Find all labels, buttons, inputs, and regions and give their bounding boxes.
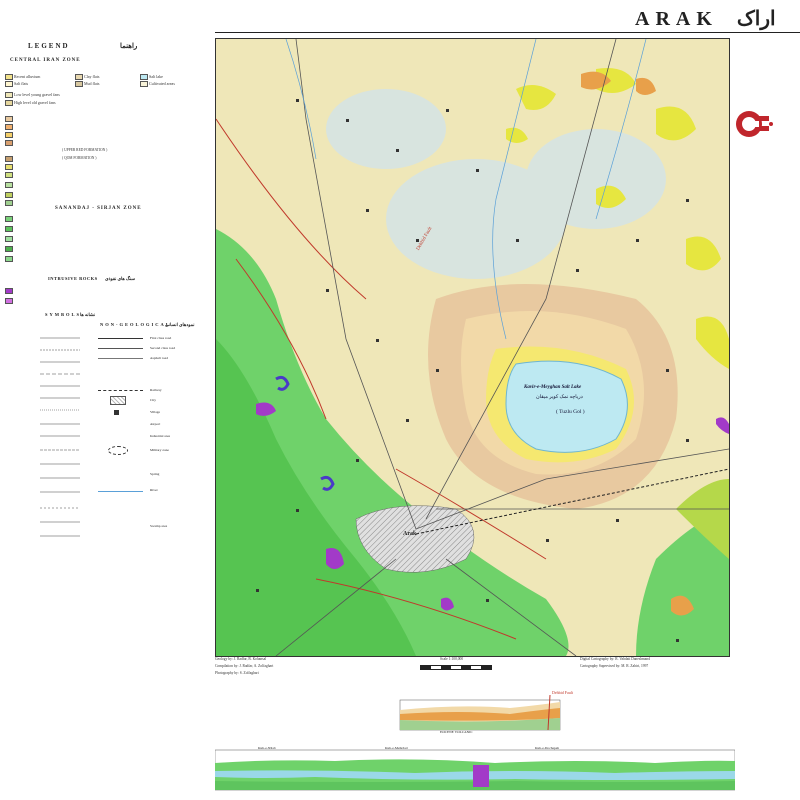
symbol-row: Swamp area bbox=[150, 524, 168, 528]
symbol-row: Spring bbox=[150, 472, 160, 476]
road-symbol bbox=[98, 358, 143, 359]
cross-section-label-a: Kuh-e-Nilab bbox=[258, 746, 276, 750]
symbol-row: First class road bbox=[150, 336, 172, 340]
village-symbol bbox=[114, 410, 119, 415]
geological-map[interactable]: Kavir-e-Meyghan Salt Lake دریاچه نمک کوی… bbox=[215, 38, 730, 657]
military-symbol bbox=[108, 446, 128, 455]
gravel-low-swatch bbox=[5, 92, 13, 98]
symbol-row: Village bbox=[150, 410, 161, 414]
credit-cartography: Digital Cartography by: R. Vahdati Danes… bbox=[580, 657, 650, 661]
city-symbol bbox=[110, 396, 126, 405]
cross-section-upper bbox=[399, 694, 561, 731]
unit-swatch bbox=[5, 164, 13, 170]
legend-item-6: Low level young gravel fans bbox=[14, 92, 60, 97]
lake-label: Kavir-e-Meyghan Salt Lake bbox=[524, 385, 582, 390]
geo-symbols-column bbox=[40, 337, 80, 537]
unit-swatch bbox=[5, 192, 13, 198]
symbols-heading-fa: نشانه ها bbox=[80, 312, 96, 317]
unit-swatch bbox=[5, 216, 13, 222]
legend-item-9: ( QOM FORMATION ) bbox=[62, 156, 97, 160]
credit-photography: Photography by: S. Zolfaghari bbox=[215, 671, 259, 675]
credit-supervision: Cartography Supervised by: M. R. Zahiri,… bbox=[580, 664, 649, 668]
gravel-high-swatch bbox=[5, 100, 13, 106]
map-title-latin: ARAK bbox=[635, 8, 718, 30]
lake-sub-label: ( Tuzlu Gol ) bbox=[556, 409, 585, 415]
legend-item-4: Salt lake bbox=[149, 74, 163, 79]
non-geological-heading-fa: نمودهای انسانی bbox=[165, 322, 195, 327]
cross-section-label-b: Kuh-e-Mehrdad bbox=[385, 746, 408, 750]
symbol-row: Railway bbox=[150, 388, 162, 392]
unit-swatch bbox=[5, 182, 13, 188]
legend-heading-fa: راهنما bbox=[120, 42, 138, 50]
legend-item-1: Salt flats bbox=[14, 81, 29, 86]
river-symbol bbox=[98, 491, 143, 492]
salt-flat-swatch bbox=[5, 81, 13, 87]
legend-item-0: Recent alluvium bbox=[14, 74, 41, 79]
map-canvas bbox=[216, 39, 729, 656]
legend-item-5: Cultivated areas bbox=[149, 81, 175, 86]
unit-swatch bbox=[5, 246, 13, 252]
legend-item-3: Mud flats bbox=[84, 81, 100, 86]
unit-swatch bbox=[5, 124, 13, 130]
map-title: ARAK اراک bbox=[635, 6, 776, 31]
alluvium-swatch bbox=[5, 74, 13, 80]
legend-heading: LEGEND bbox=[28, 42, 70, 50]
symbol-row: Military zone bbox=[150, 448, 169, 452]
cultivated-swatch bbox=[140, 81, 148, 87]
lake-label-fa: دریاچه نمک کویر میقان bbox=[536, 395, 583, 400]
symbol-row: Second class road bbox=[150, 346, 176, 350]
road-symbol bbox=[98, 338, 143, 339]
unit-swatch bbox=[5, 236, 13, 242]
cross-section-label-c: Kuh-e-Dochapeh bbox=[535, 746, 560, 750]
non-geological-heading: NON-GEOLOGICAL bbox=[100, 322, 171, 327]
road-symbol bbox=[98, 348, 143, 349]
cross-section-fault-label: Dehbid Fault bbox=[552, 690, 573, 695]
legend-panel: LEGEND راهنما CENTRAL IRAN ZONE Recent a… bbox=[0, 36, 210, 676]
mud-flat-swatch bbox=[75, 81, 83, 87]
unit-swatch bbox=[5, 200, 13, 206]
intrusive-swatch bbox=[5, 288, 13, 294]
legend-item-8: ( UPPER RED FORMATION ) bbox=[62, 148, 108, 152]
unit-swatch bbox=[5, 156, 13, 162]
unit-swatch bbox=[5, 226, 13, 232]
map-title-persian: اراک bbox=[736, 8, 776, 30]
city-label: Arak bbox=[403, 531, 417, 537]
unit-swatch bbox=[5, 116, 13, 122]
central-zone-heading: CENTRAL IRAN ZONE bbox=[10, 58, 81, 63]
salt-lake-swatch bbox=[140, 74, 148, 80]
symbol-row: Industrial area bbox=[150, 434, 171, 438]
cross-section-lower bbox=[215, 749, 735, 791]
symbol-row: Airport bbox=[150, 422, 161, 426]
clay-flat-swatch bbox=[75, 74, 83, 80]
credit-geology: Geology by: J. Radfar, B. Kohansal bbox=[215, 657, 267, 661]
symbol-row: River bbox=[150, 488, 158, 492]
symbol-row: City bbox=[150, 398, 157, 402]
scale-label: Scale 1:100,000 bbox=[440, 657, 464, 661]
title-bar: ARAK اراک bbox=[215, 4, 800, 30]
unit-swatch bbox=[5, 132, 13, 138]
unit-swatch bbox=[5, 140, 13, 146]
unit-swatch bbox=[5, 172, 13, 178]
unit-swatch bbox=[5, 256, 13, 262]
title-rule bbox=[215, 32, 800, 33]
legend-item-2: Clay flats bbox=[84, 74, 100, 79]
credit-compilation: Compilation by: J. Radfar, A. Zolfaghari bbox=[215, 664, 274, 668]
scale-bar bbox=[420, 665, 492, 670]
symbols-heading: SYMBOLS bbox=[45, 312, 82, 317]
intrusive-heading-fa: سنگ های نفوذی bbox=[105, 276, 136, 281]
symbol-row: Asphalt road bbox=[150, 356, 168, 360]
legend-item-7: High level old gravel fans bbox=[14, 100, 56, 105]
sanandaj-zone-heading: SANANDAJ - SIRJAN ZONE bbox=[55, 206, 142, 211]
logo-icon bbox=[736, 111, 773, 137]
intrusive-heading: INTRUSIVE ROCKS bbox=[48, 276, 98, 281]
intrusive-swatch bbox=[5, 298, 13, 304]
cross-section-volcanic-label: EOCENE VOLCANIC bbox=[440, 730, 473, 734]
railway-symbol bbox=[98, 390, 143, 392]
